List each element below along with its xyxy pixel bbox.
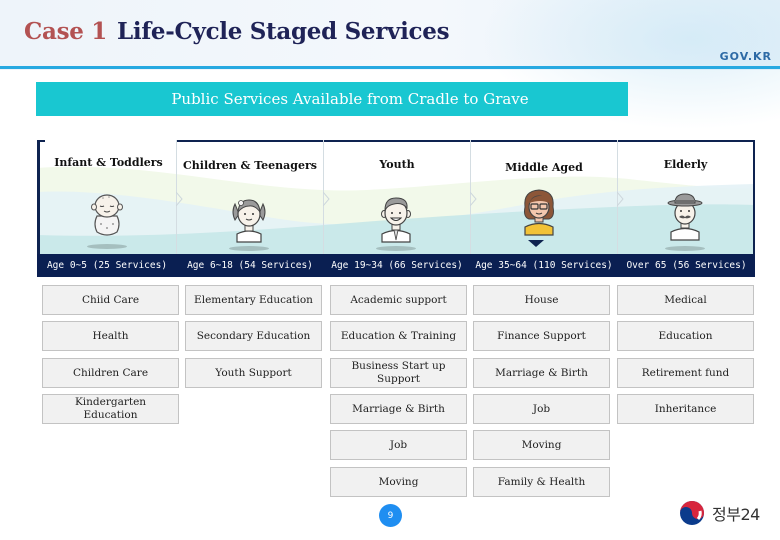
girl-icon <box>232 199 266 243</box>
header-rule <box>0 66 780 69</box>
service-item[interactable]: Finance Support <box>473 321 610 351</box>
service-item[interactable]: Job <box>473 394 610 424</box>
service-item[interactable]: Health <box>42 321 179 351</box>
avatar-shadow <box>376 246 416 251</box>
age-range-label: Age 19~34 (66 Services) <box>331 260 463 271</box>
stage-name: Elderly <box>663 158 708 171</box>
service-item[interactable]: Moving <box>473 430 610 460</box>
service-item[interactable]: Marriage & Birth <box>330 394 467 424</box>
age-range-label: Over 65 (56 Services) <box>626 260 747 271</box>
service-item[interactable]: Job <box>330 430 467 460</box>
age-range-label: Age 35~64 (110 Services) <box>475 260 613 271</box>
service-item[interactable]: Education <box>617 321 754 351</box>
avatar-shadow <box>229 246 269 251</box>
avatar-shadow <box>87 244 127 249</box>
age-range-label: Age 0~5 (25 Services) <box>46 260 168 271</box>
baby-icon <box>91 194 123 236</box>
service-item[interactable]: Youth Support <box>185 358 322 388</box>
gov24-logo-text: 정부24 <box>712 505 760 524</box>
service-item[interactable]: Education & Training <box>330 321 467 351</box>
page-number-badge: 9 <box>379 504 402 527</box>
selected-stage-pointer <box>528 240 544 247</box>
stage-name: Infant & Toddlers <box>54 156 163 169</box>
service-item[interactable]: Children Care <box>42 358 179 388</box>
stage-name: Middle Aged <box>505 161 583 174</box>
age-range-bar: Age 0~5 (25 Services) Age 6~18 (54 Servi… <box>37 254 755 277</box>
banner-text: Public Services Available from Cradle to… <box>171 90 529 108</box>
taegeuk-icon <box>680 501 704 525</box>
service-item[interactable]: Medical <box>617 285 754 315</box>
service-item[interactable]: Business Start up Support <box>330 358 467 388</box>
age-range-label: Age 6~18 (54 Services) <box>187 260 313 271</box>
service-item[interactable]: Secondary Education <box>185 321 322 351</box>
service-item[interactable]: Inheritance <box>617 394 754 424</box>
case-label: Case 1 <box>24 18 108 45</box>
avatar-shadow <box>665 246 705 251</box>
gov24-logo: 정부24 <box>678 498 760 528</box>
life-stage-panel: Infant & Toddlers Children & Teenagers Y… <box>37 140 755 277</box>
service-item[interactable]: Elementary Education <box>185 285 322 315</box>
old-man-hat-icon <box>667 193 703 241</box>
service-item[interactable]: Moving <box>330 467 467 497</box>
service-item[interactable]: Family & Health <box>473 467 610 497</box>
section-banner: Public Services Available from Cradle to… <box>36 82 628 116</box>
page-title: Case 1 Life-Cycle Staged Services <box>24 18 450 45</box>
service-item[interactable]: House <box>473 285 610 315</box>
service-item[interactable]: Marriage & Birth <box>473 358 610 388</box>
brand-label: GOV.KR <box>719 50 772 63</box>
service-item[interactable]: Kindergarten Education <box>42 394 179 424</box>
title-text: Life-Cycle Staged Services <box>117 18 450 45</box>
young-man-icon <box>381 197 411 243</box>
service-item[interactable]: Academic support <box>330 285 467 315</box>
stage-name: Youth <box>379 158 415 171</box>
service-item[interactable]: Chiid Care <box>42 285 179 315</box>
woman-glasses-icon <box>524 189 554 236</box>
service-item[interactable]: Retirement fund <box>617 358 754 388</box>
stage-name: Children & Teenagers <box>183 159 317 172</box>
